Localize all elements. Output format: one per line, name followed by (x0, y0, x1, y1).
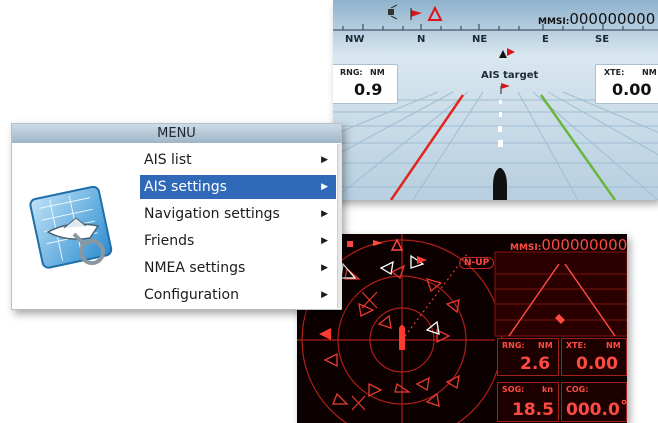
satellite-icon (347, 241, 353, 247)
radar-rng-box: RNG: NM 2.6 (497, 338, 559, 376)
radar-screen: MMSI:000000000 N-UP RNG: NM 2.6 XTE: NM … (297, 234, 627, 423)
menu-item-nmea-settings[interactable]: NMEA settings ▶ (140, 256, 336, 280)
menu-item-configuration[interactable]: Configuration ▶ (140, 283, 336, 307)
radar-cog-box: COG: 000.0˚ (561, 382, 627, 422)
boat-chart-icon (29, 185, 113, 269)
xte-box: XTE: NM 0.00 (595, 64, 658, 104)
rng-box: RNG: NM 0.9 (333, 64, 398, 104)
radar-xte-box: XTE: NM 0.00 (561, 338, 627, 376)
menu-item-navigation-settings[interactable]: Navigation settings ▶ (140, 202, 336, 226)
chevron-right-icon: ▶ (321, 182, 328, 192)
menu-window: MENU AIS list ▶ AIS settings ▶ Navigation … (11, 123, 342, 310)
north-up-button[interactable]: N-UP (459, 257, 495, 269)
rng-value: 0.9 (354, 80, 383, 99)
menu-item-ais-settings[interactable]: AIS settings ▶ (140, 175, 336, 199)
chevron-right-icon: ▶ (321, 290, 328, 300)
chevron-right-icon: ▶ (321, 263, 328, 273)
chevron-right-icon: ▶ (321, 209, 328, 219)
menu-title: MENU (12, 124, 341, 143)
menu-item-friends[interactable]: Friends ▶ (140, 229, 336, 253)
mmsi-readout: MMSI:000000000 (538, 10, 656, 28)
compass-se: SE (595, 34, 610, 45)
compass-e: E (542, 34, 549, 45)
highway-screen: NW N NE E SE MMSI:000000000 AIS target R… (333, 0, 658, 200)
compass-ne: NE (472, 34, 488, 45)
ais-target-label: AIS target (481, 70, 539, 81)
menu-item-ais-list[interactable]: AIS list ▶ (140, 148, 336, 172)
compass-nw: NW (345, 34, 365, 45)
alarm-icon (390, 238, 404, 251)
flag-status-icon (373, 240, 383, 246)
xte-value: 0.00 (612, 80, 652, 99)
chevron-right-icon: ▶ (321, 155, 328, 165)
radar-sog-box: SOG: kn 18.5 (497, 382, 559, 422)
radar-mmsi-readout: MMSI:000000000 (510, 236, 627, 254)
compass-n: N (417, 34, 426, 45)
menu-scrollbar[interactable] (337, 144, 342, 308)
chevron-right-icon: ▶ (321, 236, 328, 246)
